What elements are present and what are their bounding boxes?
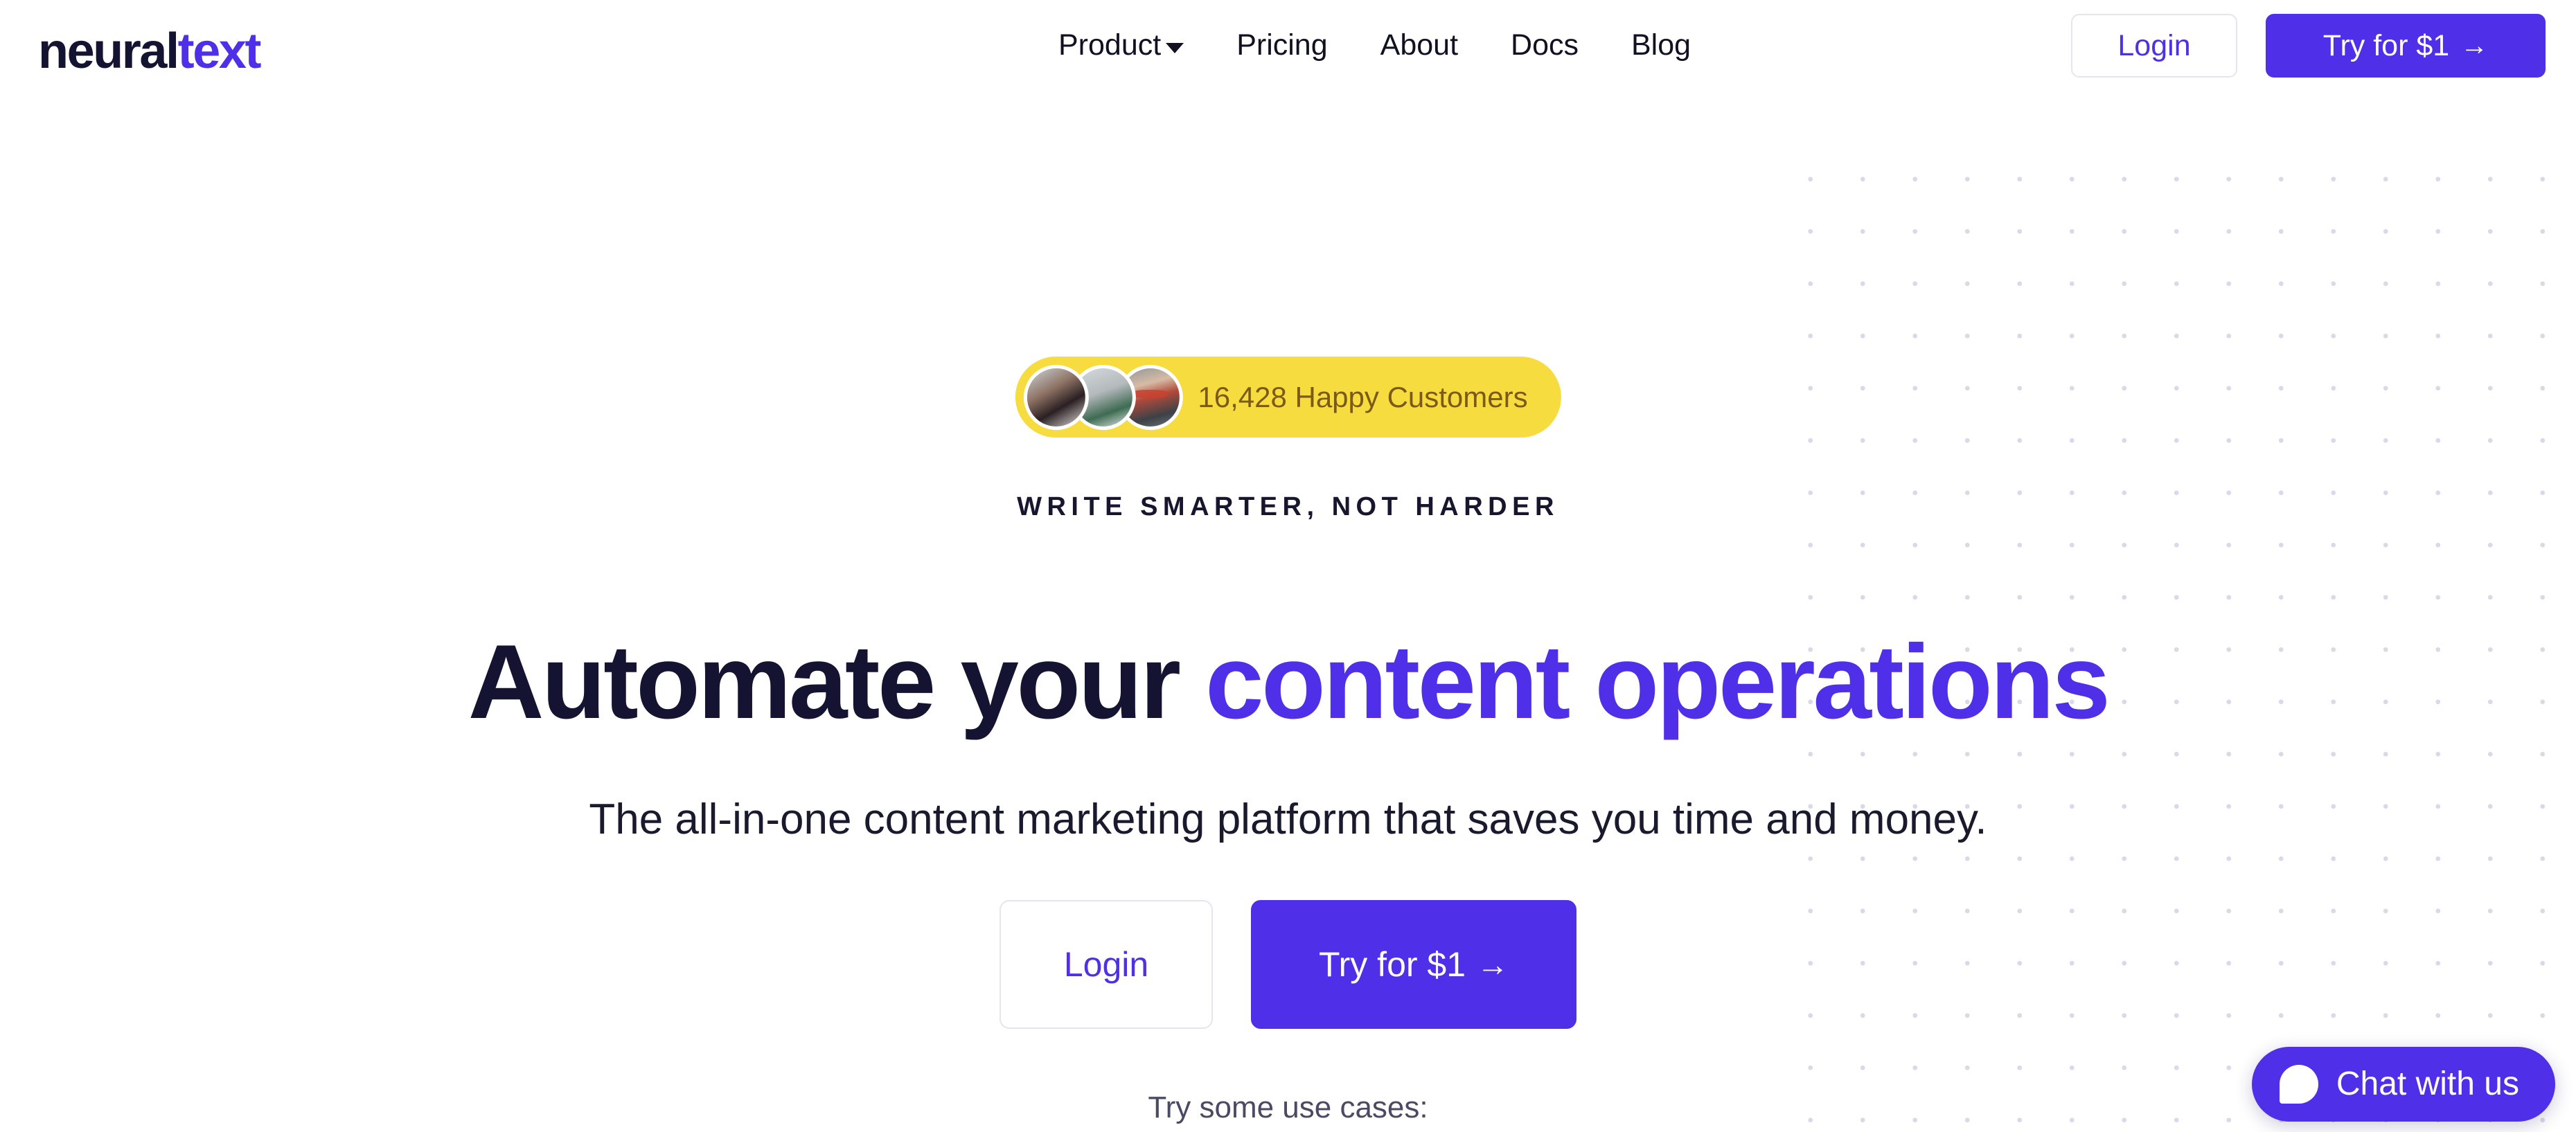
arrow-right-icon: → (2460, 30, 2489, 61)
header-try-for-1-label: Try for $1 (2322, 28, 2450, 62)
hero-try-for-1-label: Try for $1 (1318, 945, 1466, 984)
use-cases-label: Try some use cases: (1148, 1090, 1428, 1124)
nav-item-pricing[interactable]: Pricing (1210, 30, 1353, 60)
chevron-down-icon (1166, 43, 1184, 53)
arrow-right-icon: → (1477, 946, 1509, 982)
happy-customers-badge: 16,428 Happy Customers (1015, 357, 1561, 438)
nav-item-docs[interactable]: Docs (1484, 30, 1605, 60)
avatar-group (1023, 364, 1183, 430)
hero-section: 16,428 Happy Customers WRITE SMARTER, NO… (0, 0, 2576, 1130)
hero-headline-accent: content operations (1205, 622, 2111, 741)
hero-headline: Automate your content operations (0, 622, 2576, 741)
nav-item-blog[interactable]: Blog (1605, 30, 1717, 60)
brand-logo-part2: text (177, 24, 262, 79)
nav-item-about[interactable]: About (1354, 30, 1484, 60)
brand-logo-part1: neural (38, 24, 179, 79)
hero-login-button[interactable]: Login (1000, 900, 1213, 1029)
hero-try-for-1-button[interactable]: Try for $1 → (1251, 900, 1576, 1029)
hero-headline-lead: Automate your (468, 622, 1206, 741)
header-actions: Login Try for $1 → (2071, 14, 2546, 78)
site-header: neuraltext Product Pricing About Docs Bl… (0, 0, 2576, 142)
chat-with-us-label: Chat with us (2336, 1066, 2519, 1102)
hero-subheadline: The all-in-one content marketing platfor… (589, 796, 1987, 843)
chat-with-us-button[interactable]: Chat with us (2251, 1047, 2555, 1122)
header-try-for-1-button[interactable]: Try for $1 → (2266, 14, 2546, 78)
primary-navigation: Product Pricing About Docs Blog (1032, 30, 1717, 60)
brand-logo[interactable]: neuraltext (38, 24, 262, 79)
nav-item-product[interactable]: Product (1032, 30, 1210, 60)
hero-eyebrow: WRITE SMARTER, NOT HARDER (1017, 492, 1559, 521)
nav-item-product-label: Product (1058, 28, 1162, 62)
happy-customers-count: 16,428 Happy Customers (1198, 380, 1528, 413)
header-login-button[interactable]: Login (2071, 14, 2237, 78)
hero-cta-group: Login Try for $1 → (0, 900, 2576, 1029)
avatar (1023, 364, 1089, 430)
chat-bubble-icon (2279, 1065, 2318, 1104)
